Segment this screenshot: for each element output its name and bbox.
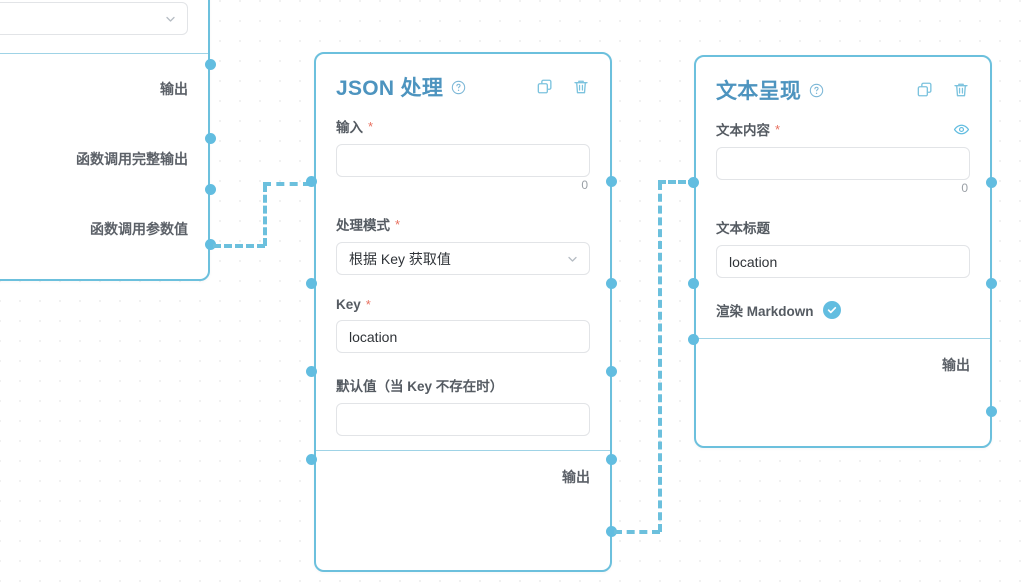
- json-mode-label-row: 处理模式 *: [336, 214, 590, 234]
- port-left-node-output-0[interactable]: [205, 133, 216, 144]
- json-key-input[interactable]: [336, 320, 590, 353]
- json-input-label-row: 输入 *: [336, 116, 590, 136]
- json-node-actions: [536, 78, 590, 96]
- json-key-label: Key: [336, 297, 361, 312]
- json-mode-field: 处理模式 * 根据 Key 获取值: [336, 214, 590, 275]
- copy-icon[interactable]: [916, 81, 934, 99]
- json-mode-select[interactable]: 根据 Key 获取值: [336, 242, 590, 275]
- edge-json-to-text-v: [658, 182, 662, 532]
- required-marker: *: [395, 216, 401, 232]
- edge-json-to-text-h-bottom: [614, 530, 660, 534]
- json-default-input[interactable]: [336, 403, 590, 436]
- text-content-input[interactable]: [716, 147, 970, 180]
- chevron-down-icon: [566, 252, 579, 265]
- edge-left-to-json-v: [263, 184, 267, 246]
- text-title-field: 文本标题: [716, 217, 970, 278]
- question-circle-icon[interactable]: [809, 83, 824, 98]
- text-output-label: 输出: [942, 357, 970, 373]
- port-json-key-right[interactable]: [606, 366, 617, 377]
- port-json-input-left[interactable]: [306, 176, 317, 187]
- markdown-checkbox[interactable]: [822, 301, 841, 319]
- port-text-content-left[interactable]: [688, 177, 699, 188]
- text-node-title: 文本呈现: [716, 80, 802, 103]
- left-node-output-row: 函数调用完整输出: [76, 151, 188, 167]
- left-node-select[interactable]: [0, 2, 188, 35]
- copy-icon[interactable]: [536, 78, 554, 96]
- node-card-text-render[interactable]: 文本呈现 文本内容 * 0 文本标题 location 渲染 Markdown …: [694, 55, 992, 448]
- text-node-body: 文本内容 * 0 文本标题 location 渲染 Markdown: [696, 109, 990, 320]
- json-node-body: 输入 * 0 处理模式 * 根据 Key 获取值 Key * location …: [316, 106, 610, 436]
- left-node-output-row: 函数调用参数值: [90, 221, 188, 237]
- trash-icon[interactable]: [572, 78, 590, 96]
- required-marker: *: [365, 297, 371, 312]
- eye-icon[interactable]: [953, 121, 970, 138]
- json-input-field-input[interactable]: [336, 144, 590, 177]
- text-node-header: 文本呈现: [696, 57, 990, 109]
- text-content-label-row: 文本内容 *: [716, 119, 970, 139]
- port-left-node-output-1[interactable]: [205, 184, 216, 195]
- port-text-output[interactable]: [986, 406, 997, 417]
- text-node-actions: [916, 81, 970, 99]
- edge-left-to-json-h2: [263, 182, 311, 186]
- json-default-field: 默认值（当 Key 不存在时）: [336, 375, 590, 436]
- port-json-default-right[interactable]: [606, 454, 617, 465]
- json-output-section: 输出: [316, 450, 610, 505]
- port-text-title-right[interactable]: [986, 278, 997, 289]
- edge-left-to-json-h1: [213, 244, 265, 248]
- left-node-output-rows: 输出 函数调用完整输出 函数调用参数值: [0, 53, 208, 264]
- json-input-field: 输入 * 0: [336, 116, 590, 192]
- port-text-title-left[interactable]: [688, 278, 699, 289]
- json-node-title: JSON 处理: [336, 77, 444, 100]
- port-text-markdown-left[interactable]: [688, 334, 699, 345]
- port-text-content-right[interactable]: [986, 177, 997, 188]
- json-output-label: 输出: [562, 469, 590, 485]
- port-json-mode-right[interactable]: [606, 278, 617, 289]
- node-card-json-processing[interactable]: JSON 处理 输入 * 0 处理模式 * 根据 Key 获取值 Key * l…: [314, 52, 612, 572]
- required-marker: *: [775, 121, 781, 137]
- text-content-field: 文本内容 * 0: [716, 119, 970, 195]
- port-json-key-left[interactable]: [306, 366, 317, 377]
- json-input-counter: 0: [581, 178, 588, 192]
- left-node-body: [0, 0, 208, 35]
- text-title-label: 文本标题: [716, 221, 770, 236]
- left-node-output-row: 输出: [160, 81, 188, 97]
- json-default-label-row: 默认值（当 Key 不存在时）: [336, 375, 590, 395]
- chevron-down-icon: [164, 12, 177, 25]
- json-key-label-row: Key *: [336, 297, 590, 312]
- text-markdown-row: 渲染 Markdown: [716, 300, 970, 320]
- json-mode-value: 根据 Key 获取值: [349, 250, 451, 267]
- port-json-mode-left[interactable]: [306, 278, 317, 289]
- port-json-input-right[interactable]: [606, 176, 617, 187]
- json-input-label: 输入: [336, 120, 363, 135]
- node-card-left-partial[interactable]: 输出 函数调用完整输出 函数调用参数值: [0, 0, 210, 281]
- trash-icon[interactable]: [952, 81, 970, 99]
- json-key-field: Key *: [336, 297, 590, 353]
- question-circle-icon[interactable]: [451, 80, 466, 95]
- json-mode-label: 处理模式: [336, 218, 390, 233]
- text-output-section: 输出: [696, 338, 990, 393]
- port-json-default-left[interactable]: [306, 454, 317, 465]
- text-title-label-row: 文本标题: [716, 217, 970, 237]
- left-node-select-field[interactable]: [0, 2, 188, 35]
- required-marker: *: [368, 118, 374, 134]
- json-node-header: JSON 处理: [316, 54, 610, 106]
- json-default-label: 默认值（当 Key 不存在时）: [336, 379, 504, 394]
- text-content-label: 文本内容: [716, 123, 770, 138]
- workflow-canvas[interactable]: 输出 函数调用完整输出 函数调用参数值 JSON 处理 输入 * 0 处理模式 …: [0, 0, 1026, 587]
- check-icon: [827, 306, 836, 314]
- text-markdown-label: 渲染 Markdown: [716, 304, 814, 319]
- text-content-counter: 0: [961, 181, 968, 195]
- text-title-input[interactable]: [716, 245, 970, 278]
- port-left-node-select[interactable]: [205, 59, 216, 70]
